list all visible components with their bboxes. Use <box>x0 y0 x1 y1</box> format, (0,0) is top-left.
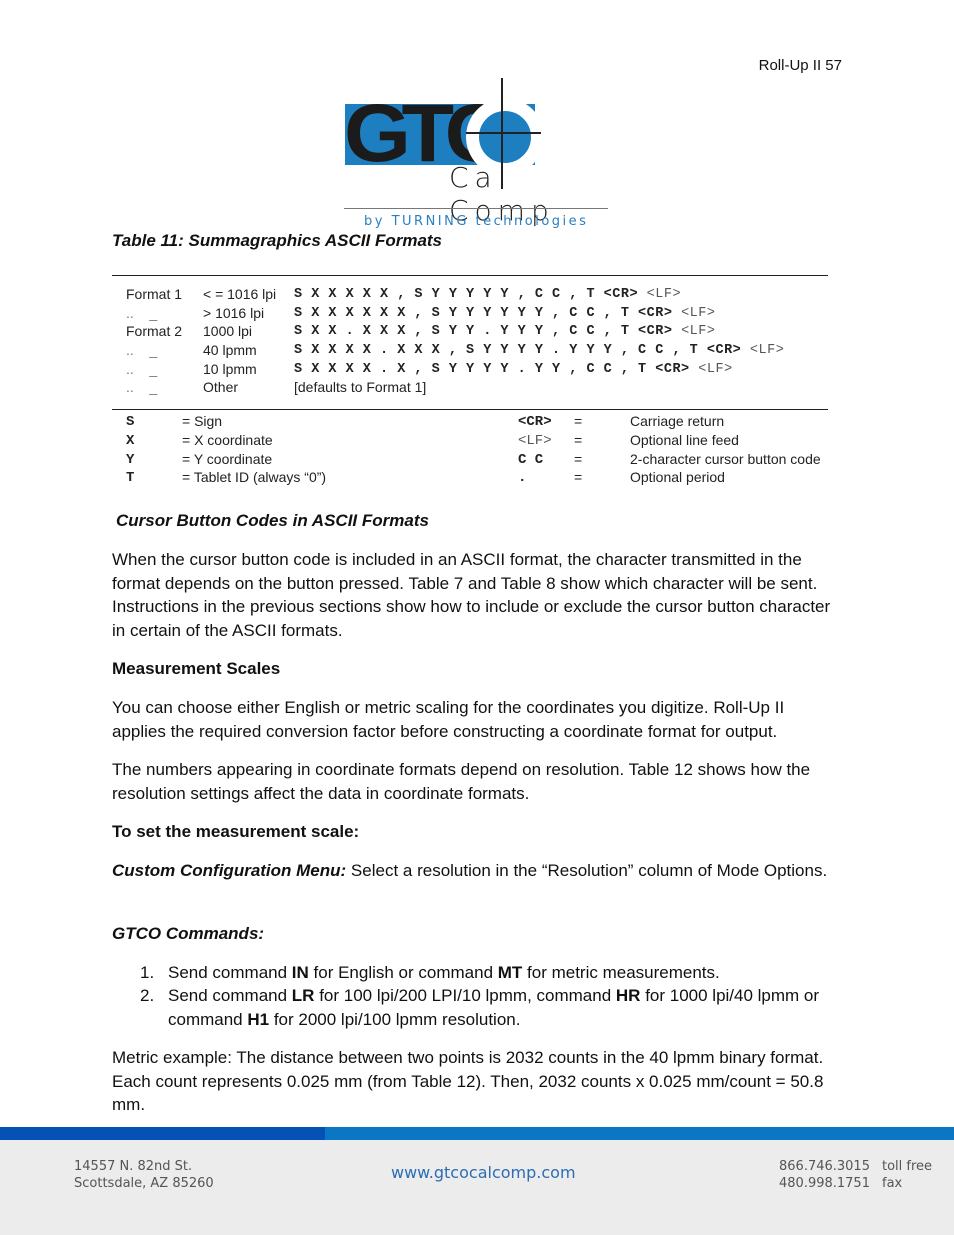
format-code: S X X X X . X , S Y Y Y Y . Y Y , C C , … <box>294 362 733 377</box>
format-lf: <LF> <box>681 306 716 321</box>
format-resolution: Other <box>203 379 239 395</box>
legend-equals: = <box>574 432 583 448</box>
address-line-1: 14557 N. 82nd St. <box>74 1159 193 1174</box>
cursor-heading: Cursor Button Codes in ASCII Formats <box>116 511 429 530</box>
format-label: .. _ <box>126 379 158 395</box>
footer-address: 14557 N. 82nd St. Scottsdale, AZ 85260 <box>74 1158 214 1192</box>
format-label: Format 1 <box>126 286 183 302</box>
logo-divider <box>344 208 608 209</box>
logo-ca: Ca <box>449 161 498 194</box>
legend-meaning: Optional period <box>630 469 725 485</box>
format-code-text: S X X . X X X , S Y Y . Y Y Y , C C , T … <box>294 324 673 339</box>
format-code: S X X X X X , S Y Y Y Y Y , C C , T <CR>… <box>294 287 681 302</box>
measurement-paragraph-2: The numbers appearing in coordinate form… <box>112 760 811 803</box>
legend-meaning: = Sign <box>182 413 223 429</box>
custom-config-label: Custom Configuration Menu: <box>112 861 347 880</box>
command-hr: HR <box>615 986 641 1005</box>
legend-symbol: X <box>126 433 135 449</box>
format-resolution: 10 lpmm <box>203 361 257 377</box>
legend-symbol: T <box>126 470 135 486</box>
logo-tagline: by TURNING technologies <box>364 214 589 229</box>
legend-equals: = <box>574 469 583 485</box>
step-number: 1. <box>140 963 155 982</box>
footer-bar-dark <box>0 1127 325 1140</box>
step-text: Send command IN for English or command M… <box>168 963 720 982</box>
cursor-paragraph: When the cursor button code is included … <box>112 550 831 640</box>
legend-meaning: 2-character cursor button code <box>630 451 821 467</box>
phone-label: toll free <box>882 1159 933 1174</box>
legend-symbol: <LF> <box>518 433 552 449</box>
format-lf: <LF> <box>681 324 716 339</box>
legend-meaning: = Tablet ID (always “0”) <box>182 469 327 485</box>
format-lf: <LF> <box>698 362 733 377</box>
format-lf: <LF> <box>749 343 785 358</box>
table-top-rule <box>112 275 828 276</box>
table-caption: Table 11: Summagraphics ASCII Formats <box>112 231 443 250</box>
gtco-commands-heading: GTCO Commands: <box>112 924 265 943</box>
format-label: .. _ <box>126 342 158 358</box>
legend-meaning: Optional line feed <box>630 432 739 448</box>
step-text: Send command LR for 100 lpi/200 LPI/10 l… <box>168 986 820 1029</box>
command-lr: LR <box>291 986 315 1005</box>
format-code-text: S X X X X X X , S Y Y Y Y Y Y , C C , T … <box>294 306 673 321</box>
footer-website-link[interactable]: www.gtcocalcomp.com <box>391 1164 576 1181</box>
custom-config-text: Select a resolution in the “Resolution” … <box>346 861 828 880</box>
legend-symbol: <CR> <box>518 414 552 430</box>
command-mt: MT <box>497 963 523 982</box>
format-code: S X X . X X X , S Y Y . Y Y Y , C C , T … <box>294 324 715 339</box>
legend-symbol: Y <box>126 452 135 468</box>
command-in: IN <box>291 963 309 982</box>
logo-crosshair-horizontal <box>466 132 541 134</box>
legend-symbol: . <box>518 470 527 486</box>
footer-phone-numbers: 866.746.3015 480.998.1751 <box>779 1158 870 1192</box>
command-h1: H1 <box>247 1009 270 1029</box>
fax-number: 480.998.1751 <box>779 1176 870 1191</box>
format-label: Format 2 <box>126 323 183 339</box>
measurement-heading: Measurement Scales <box>112 659 281 678</box>
format-label: .. _ <box>126 361 158 377</box>
step-number: 2. <box>140 986 155 1005</box>
set-scale-heading: To set the measurement scale: <box>112 822 360 841</box>
format-lf: <LF> <box>646 287 682 302</box>
legend-meaning: = Y coordinate <box>182 451 273 467</box>
gtco-calcomp-logo: GTC CaComp by TURNING technologies <box>344 78 610 230</box>
footer-phone-labels: toll free fax <box>882 1158 932 1192</box>
phone-number: 866.746.3015 <box>779 1159 870 1174</box>
legend-meaning: Carriage return <box>630 413 725 429</box>
legend-equals: = <box>574 413 583 429</box>
legend-equals: = <box>574 451 583 467</box>
legend-rule <box>112 409 828 410</box>
format-note: [defaults to Format 1] <box>294 379 427 395</box>
legend-meaning: = X coordinate <box>182 432 273 448</box>
custom-config-paragraph: Custom Configuration Menu: Select a reso… <box>112 859 842 883</box>
page-number: Roll-Up II 57 <box>758 57 842 74</box>
format-label: .. _ <box>126 305 158 321</box>
address-line-2: Scottsdale, AZ 85260 <box>74 1176 214 1191</box>
metric-example-paragraph: Metric example: The distance between two… <box>112 1048 824 1114</box>
format-resolution: < = 1016 lpi <box>203 286 277 302</box>
format-resolution: > 1016 lpi <box>203 305 265 321</box>
format-resolution: 40 lpmm <box>203 342 257 358</box>
format-code: S X X X X X X , S Y Y Y Y Y Y , C C , T … <box>294 306 715 321</box>
format-resolution: 1000 lpi <box>203 323 253 339</box>
legend-symbol: S <box>126 414 135 430</box>
format-code-text: S X X X X X , S Y Y Y Y Y , C C , T <CR> <box>294 287 639 302</box>
footer-bar-light <box>325 1127 954 1140</box>
format-code: S X X X X . X X X , S Y Y Y Y . Y Y Y , … <box>294 343 784 358</box>
fax-label: fax <box>882 1176 903 1191</box>
format-code-text: S X X X X . X X X , S Y Y Y Y . Y Y Y , … <box>294 343 742 358</box>
format-code-text: S X X X X . X , S Y Y Y Y . Y Y , C C , … <box>294 362 690 377</box>
measurement-paragraph-1: You can choose either English or metric … <box>112 698 785 741</box>
legend-symbol: C C <box>518 452 544 468</box>
